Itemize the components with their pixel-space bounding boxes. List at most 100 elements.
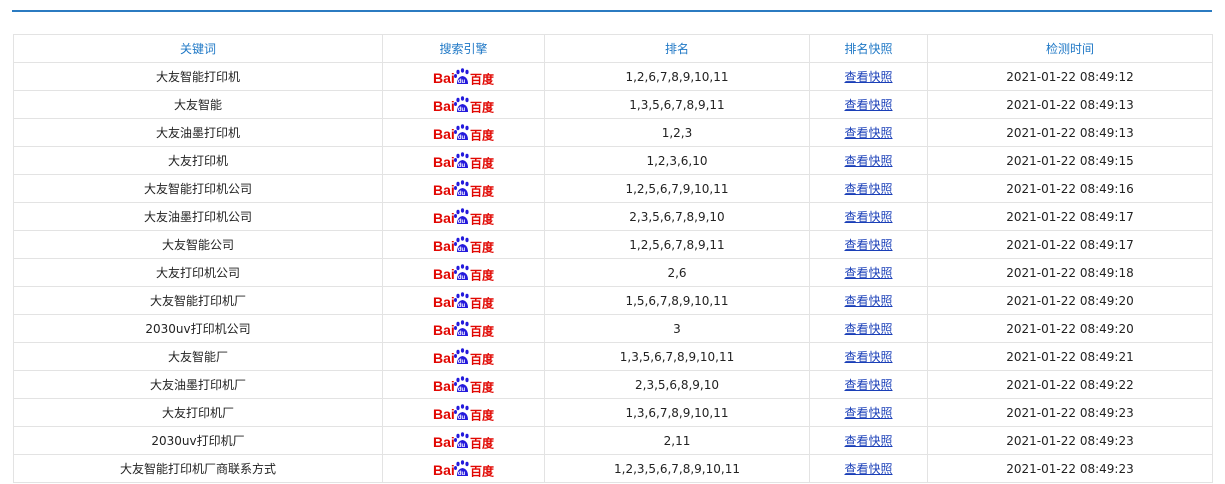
svg-text:百度: 百度	[470, 267, 495, 282]
keyword-cell: 2030uv打印机公司	[13, 314, 383, 343]
check-time-cell: 2021-01-22 08:49:12	[927, 62, 1213, 91]
svg-text:du: du	[457, 443, 465, 449]
check-time-cell: 2021-01-22 08:49:18	[927, 258, 1213, 287]
view-snapshot-link[interactable]: 查看快照	[844, 182, 892, 196]
keyword-cell: 大友智能厂	[13, 342, 383, 371]
table-header-row: 关键词 搜索引擎 排名 排名快照 检测时间	[13, 34, 1213, 63]
keyword-cell: 大友智能打印机厂商联系方式	[13, 454, 383, 483]
keyword-cell: 大友智能打印机厂	[13, 286, 383, 315]
rank-cell: 1,3,6,7,8,9,10,11	[544, 398, 810, 427]
snapshot-cell: 查看快照	[809, 370, 928, 399]
svg-text:du: du	[457, 163, 465, 169]
svg-text:du: du	[457, 191, 465, 197]
baidu-logo-icon: Bai du 百度	[433, 263, 495, 282]
check-time-cell: 2021-01-22 08:49:13	[927, 90, 1213, 119]
svg-text:du: du	[457, 247, 465, 253]
svg-text:du: du	[457, 135, 465, 141]
rank-cell: 1,2,3,6,10	[544, 146, 810, 175]
snapshot-cell: 查看快照	[809, 454, 928, 483]
search-engine-cell: Bai du 百度	[382, 146, 545, 175]
svg-text:Bai: Bai	[433, 98, 455, 114]
table-row: 大友油墨打印机 Bai du 百度 1,2,3 查看快照 2021-01-22 08:49:…	[13, 118, 1213, 147]
view-snapshot-link[interactable]: 查看快照	[844, 378, 892, 392]
baidu-logo-icon: Bai du 百度	[433, 235, 495, 254]
check-time-cell: 2021-01-22 08:49:13	[927, 118, 1213, 147]
view-snapshot-link[interactable]: 查看快照	[844, 238, 892, 252]
baidu-logo-icon: Bai du 百度	[433, 67, 495, 86]
view-snapshot-link[interactable]: 查看快照	[844, 294, 892, 308]
svg-text:Bai: Bai	[433, 182, 455, 198]
table-row: 大友打印机厂 Bai du 百度 1,3,6,7,8,9,10,11 查看快照 2021-0…	[13, 398, 1213, 427]
rank-cell: 2,6	[544, 258, 810, 287]
svg-text:Bai: Bai	[433, 378, 455, 394]
rank-cell: 1,2,5,6,7,8,9,11	[544, 230, 810, 259]
search-engine-cell: Bai du 百度	[382, 454, 545, 483]
header-rank: 排名	[544, 34, 810, 63]
table-row: 大友智能打印机 Bai du 百度 1,2,6,7,8,9,10,11 查看快照 2021-…	[13, 62, 1213, 91]
table-row: 2030uv打印机厂 Bai du 百度 2,11 查看快照 2021-01-22 08:4…	[13, 426, 1213, 455]
search-engine-cell: Bai du 百度	[382, 426, 545, 455]
view-snapshot-link[interactable]: 查看快照	[844, 266, 892, 280]
search-engine-cell: Bai du 百度	[382, 398, 545, 427]
rank-cell: 2,3,5,6,7,8,9,10	[544, 202, 810, 231]
view-snapshot-link[interactable]: 查看快照	[844, 126, 892, 140]
ranking-table: 关键词 搜索引擎 排名 排名快照 检测时间 大友智能打印机 Bai du 百度 1,2,…	[13, 34, 1213, 483]
svg-text:百度: 百度	[470, 183, 495, 198]
view-snapshot-link[interactable]: 查看快照	[844, 154, 892, 168]
snapshot-cell: 查看快照	[809, 174, 928, 203]
view-snapshot-link[interactable]: 查看快照	[844, 350, 892, 364]
svg-text:百度: 百度	[470, 351, 495, 366]
snapshot-cell: 查看快照	[809, 146, 928, 175]
svg-text:du: du	[457, 359, 465, 365]
view-snapshot-link[interactable]: 查看快照	[844, 322, 892, 336]
svg-text:du: du	[457, 107, 465, 113]
snapshot-cell: 查看快照	[809, 426, 928, 455]
table-row: 大友智能打印机公司 Bai du 百度 1,2,5,6,7,9,10,11 查看快照 202…	[13, 174, 1213, 203]
svg-text:du: du	[457, 415, 465, 421]
view-snapshot-link[interactable]: 查看快照	[844, 70, 892, 84]
svg-text:百度: 百度	[470, 99, 495, 114]
view-snapshot-link[interactable]: 查看快照	[844, 98, 892, 112]
view-snapshot-link[interactable]: 查看快照	[844, 462, 892, 476]
keyword-cell: 大友智能打印机	[13, 62, 383, 91]
svg-text:du: du	[457, 79, 465, 85]
svg-text:du: du	[457, 471, 465, 477]
rank-cell: 1,3,5,6,7,8,9,11	[544, 90, 810, 119]
search-engine-cell: Bai du 百度	[382, 370, 545, 399]
svg-text:Bai: Bai	[433, 210, 455, 226]
snapshot-cell: 查看快照	[809, 286, 928, 315]
snapshot-cell: 查看快照	[809, 258, 928, 287]
view-snapshot-link[interactable]: 查看快照	[844, 406, 892, 420]
rank-cell: 2,3,5,6,8,9,10	[544, 370, 810, 399]
svg-text:百度: 百度	[470, 463, 495, 478]
view-snapshot-link[interactable]: 查看快照	[844, 210, 892, 224]
check-time-cell: 2021-01-22 08:49:23	[927, 426, 1213, 455]
keyword-cell: 大友打印机厂	[13, 398, 383, 427]
baidu-logo-icon: Bai du 百度	[433, 291, 495, 310]
search-engine-cell: Bai du 百度	[382, 258, 545, 287]
svg-text:百度: 百度	[470, 379, 495, 394]
rank-cell: 1,5,6,7,8,9,10,11	[544, 286, 810, 315]
rank-cell: 3	[544, 314, 810, 343]
snapshot-cell: 查看快照	[809, 342, 928, 371]
baidu-logo-icon: Bai du 百度	[433, 123, 495, 142]
svg-text:du: du	[457, 219, 465, 225]
view-snapshot-link[interactable]: 查看快照	[844, 434, 892, 448]
rank-cell: 1,3,5,6,7,8,9,10,11	[544, 342, 810, 371]
baidu-logo-icon: Bai du 百度	[433, 179, 495, 198]
svg-text:Bai: Bai	[433, 406, 455, 422]
table-row: 大友智能 Bai du 百度 1,3,5,6,7,8,9,11 查看快照 2021-01-2…	[13, 90, 1213, 119]
header-check-time: 检测时间	[927, 34, 1213, 63]
svg-text:Bai: Bai	[433, 238, 455, 254]
table-row: 大友智能打印机厂商联系方式 Bai du 百度 1,2,3,5,6,7,8,9,10,1…	[13, 454, 1213, 483]
svg-text:百度: 百度	[470, 323, 495, 338]
search-engine-cell: Bai du 百度	[382, 90, 545, 119]
check-time-cell: 2021-01-22 08:49:16	[927, 174, 1213, 203]
search-engine-cell: Bai du 百度	[382, 202, 545, 231]
baidu-logo-icon: Bai du 百度	[433, 347, 495, 366]
svg-text:Bai: Bai	[433, 462, 455, 478]
rank-cell: 1,2,3	[544, 118, 810, 147]
svg-text:百度: 百度	[470, 127, 495, 142]
baidu-logo-icon: Bai du 百度	[433, 207, 495, 226]
rank-cell: 1,2,3,5,6,7,8,9,10,11	[544, 454, 810, 483]
